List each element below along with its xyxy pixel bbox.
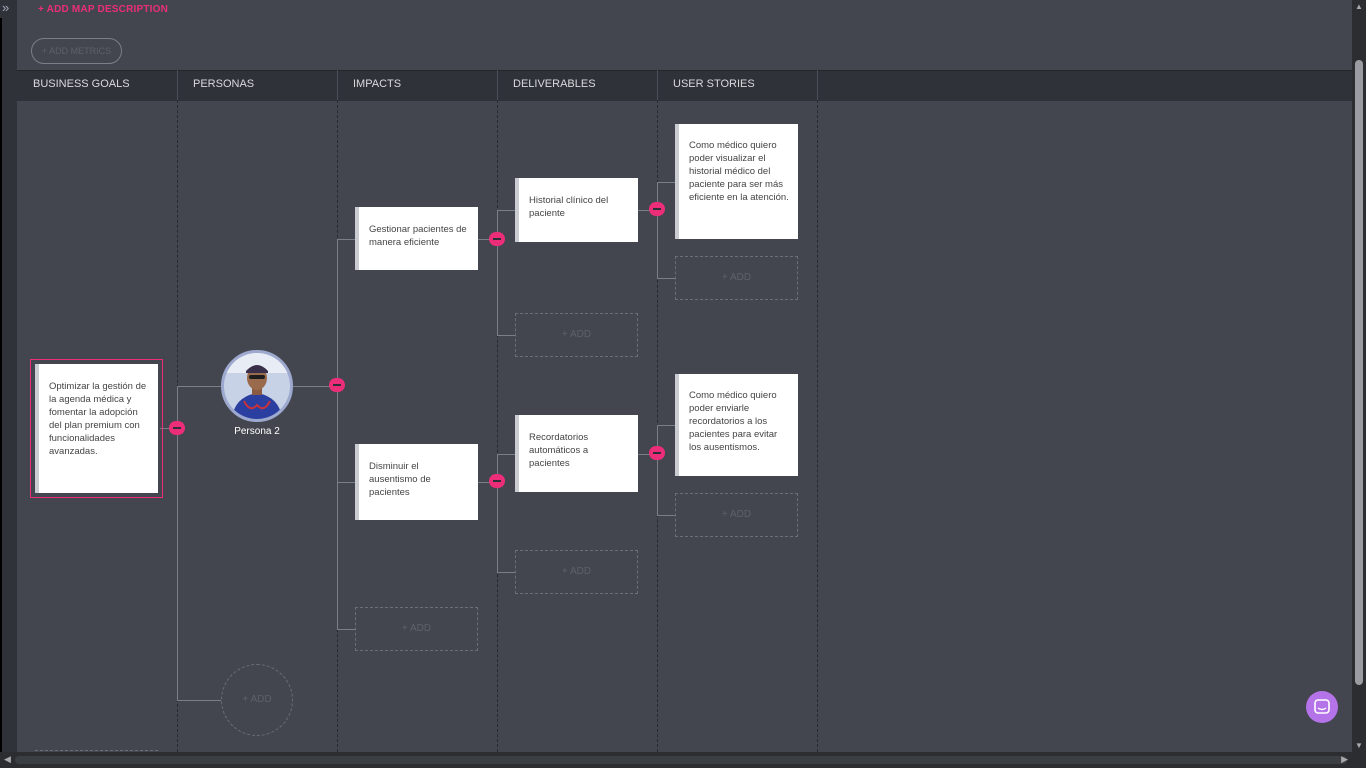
add-deliverable-button[interactable]: + ADD	[515, 313, 638, 357]
connector	[337, 239, 355, 240]
business-goal-card[interactable]: Optimizar la gestión de la agenda médica…	[30, 359, 163, 498]
user-story-card[interactable]: Como médico quiero poder enviarle record…	[675, 374, 798, 476]
horizontal-scroll-thumb[interactable]	[15, 756, 1347, 764]
horizontal-scrollbar[interactable]: ◀ ▶	[0, 752, 1366, 768]
add-persona-button[interactable]: + ADD	[221, 664, 293, 736]
add-user-story-button[interactable]: + ADD	[675, 493, 798, 537]
column-header-user-stories: USER STORIES	[673, 78, 755, 90]
collapse-toggle-icon[interactable]	[649, 446, 665, 460]
add-impact-button[interactable]: + ADD	[355, 607, 478, 651]
business-goal-text: Optimizar la gestión de la agenda médica…	[49, 381, 147, 457]
chat-icon	[1314, 699, 1330, 714]
vertical-scroll-thumb[interactable]	[1355, 60, 1363, 685]
left-panel-strip: »	[0, 0, 17, 768]
scroll-left-icon[interactable]: ◀	[4, 754, 11, 765]
user-story-card[interactable]: Como médico quiero poder visualizar el h…	[675, 124, 798, 239]
doctor-avatar-icon	[224, 353, 290, 419]
chat-button[interactable]	[1306, 691, 1338, 723]
expand-panel-icon[interactable]: »	[2, 1, 9, 15]
collapse-toggle-icon[interactable]	[489, 232, 505, 246]
column-header-business-goals: BUSINESS GOALS	[33, 78, 130, 90]
column-header-impacts: IMPACTS	[353, 78, 402, 90]
collapse-toggle-icon[interactable]	[489, 474, 505, 488]
connector	[337, 629, 355, 630]
connector	[657, 425, 675, 426]
deliverable-card[interactable]: Historial clínico del paciente	[515, 178, 638, 242]
add-user-story-button[interactable]: + ADD	[675, 256, 798, 300]
impact-card[interactable]: Gestionar pacientes de manera eficiente	[355, 207, 478, 270]
impact-text: Gestionar pacientes de manera eficiente	[369, 224, 467, 248]
connector	[497, 454, 498, 572]
add-deliverable-button[interactable]: + ADD	[515, 550, 638, 594]
connector	[337, 239, 338, 630]
connector	[177, 386, 221, 387]
add-metrics-button[interactable]: + ADD METRICS	[31, 38, 122, 64]
column-divider	[817, 100, 818, 752]
connector	[177, 700, 221, 701]
connector	[497, 572, 515, 573]
connector	[657, 182, 658, 278]
persona-avatar[interactable]	[221, 350, 293, 422]
vertical-scrollbar[interactable]: ▲ ▼	[1352, 0, 1366, 752]
persona-name: Persona 2	[234, 426, 280, 437]
deliverable-text: Historial clínico del paciente	[529, 195, 609, 219]
collapse-toggle-icon[interactable]	[649, 202, 665, 216]
user-story-text: Como médico quiero poder visualizar el h…	[689, 140, 789, 203]
add-map-description-link[interactable]: + ADD MAP DESCRIPTION	[38, 4, 168, 15]
connector	[497, 335, 515, 336]
scroll-down-icon[interactable]: ▼	[1355, 741, 1363, 750]
column-header-personas: PERSONAS	[193, 78, 255, 90]
collapse-toggle-icon[interactable]	[169, 421, 185, 435]
connector	[497, 210, 498, 335]
connector	[657, 278, 675, 279]
scroll-right-icon[interactable]: ▶	[1341, 754, 1348, 765]
impact-text: Disminuir el ausentismo de pacientes	[369, 461, 431, 498]
impact-card[interactable]: Disminuir el ausentismo de pacientes	[355, 444, 478, 520]
scroll-up-icon[interactable]: ▲	[1355, 2, 1363, 11]
deliverable-card[interactable]: Recordatorios automáticos a pacientes	[515, 415, 638, 492]
column-header-deliverables: DELIVERABLES	[513, 78, 596, 90]
connector	[337, 482, 355, 483]
collapse-toggle-icon[interactable]	[329, 378, 345, 392]
connector	[497, 210, 515, 211]
connector	[657, 515, 675, 516]
connector	[657, 425, 658, 515]
column-divider	[497, 100, 498, 752]
user-story-text: Como médico quiero poder enviarle record…	[689, 390, 778, 453]
connector	[497, 454, 515, 455]
connector	[657, 182, 675, 183]
deliverable-text: Recordatorios automáticos a pacientes	[529, 432, 589, 469]
